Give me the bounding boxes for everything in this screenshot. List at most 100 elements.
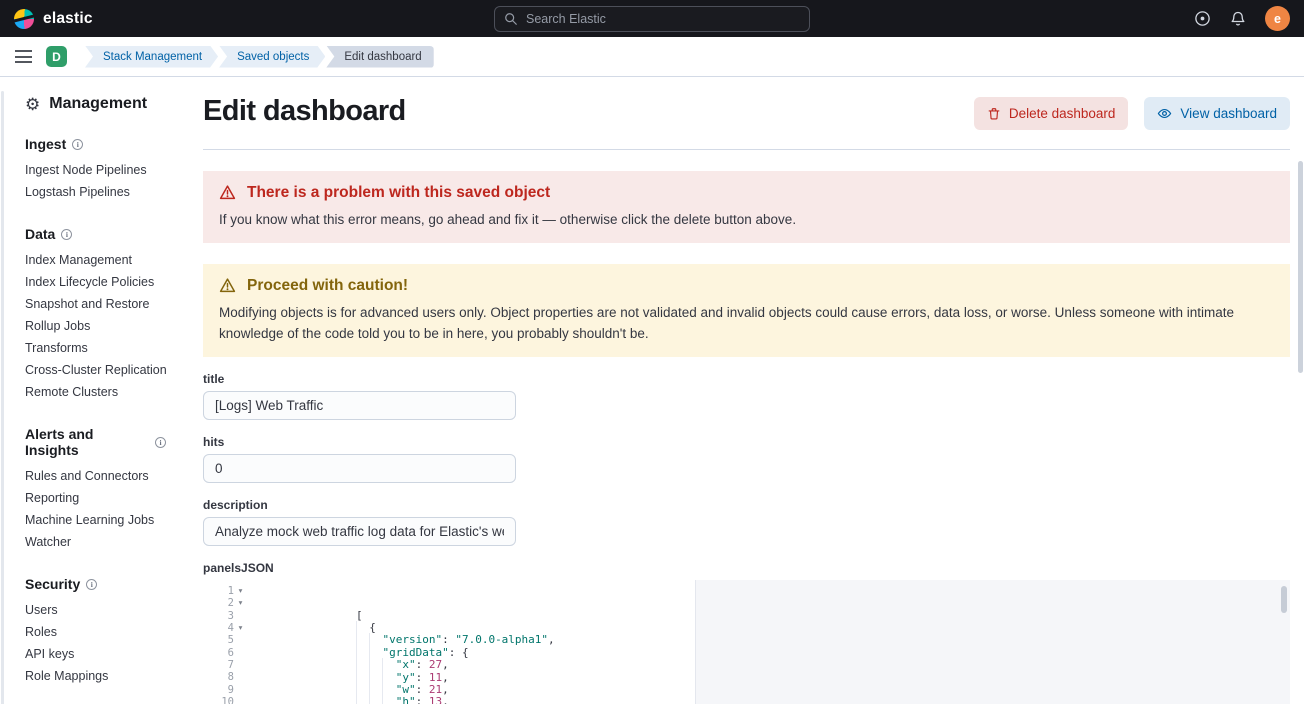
section-header: Alerts and Insights xyxy=(25,426,166,458)
error-callout: There is a problem with this saved objec… xyxy=(203,171,1290,243)
editor-gutter: 8 xyxy=(203,671,247,683)
info-icon xyxy=(155,437,166,448)
section-title: Data xyxy=(25,226,55,242)
section-title: Alerts and Insights xyxy=(25,426,149,458)
search-placeholder: Search Elastic xyxy=(526,12,606,26)
sidebar-section: Data Index Management Index Lifecycle Po… xyxy=(25,226,166,403)
editor-gutter: 10 xyxy=(203,696,247,704)
hamburger-icon xyxy=(15,50,32,63)
breadcrumb-item[interactable]: Stack Management xyxy=(85,46,218,68)
form-fields: title hits description xyxy=(203,372,1290,546)
code-line-row: 10 }, xyxy=(203,696,1290,704)
warning-callout-body: Modifying objects is for advanced users … xyxy=(219,303,1274,344)
section-header: Ingest xyxy=(25,136,166,152)
editor-gutter: 3 xyxy=(203,610,247,622)
editor-gutter: 5 xyxy=(203,634,247,646)
sidebar-item[interactable]: Watcher xyxy=(25,531,166,553)
sidebar-item[interactable]: Users xyxy=(25,599,166,621)
sidebar-item[interactable]: Index Lifecycle Policies xyxy=(25,271,166,293)
management-sidebar: ⚙ Management Ingest Ingest Node Pipelin xyxy=(0,77,172,704)
sidebar-sections: Ingest Ingest Node Pipelines Logstash Pi… xyxy=(25,136,166,687)
navigation-bar: D Stack Management Saved objects Edit da… xyxy=(0,37,1304,77)
code-line: "version": "7.0.0-alpha1", xyxy=(247,610,555,622)
alert-icon xyxy=(219,184,236,201)
sidebar-item[interactable]: Rules and Connectors xyxy=(25,465,166,487)
page-title: Edit dashboard xyxy=(203,95,406,128)
fold-icon[interactable] xyxy=(234,585,247,597)
code-line-row: 5 "x": 27, xyxy=(203,634,1290,646)
alert-icon xyxy=(219,277,236,294)
error-callout-body: If you know what this error means, go ah… xyxy=(219,210,1274,230)
sidebar-header: ⚙ Management xyxy=(25,95,166,113)
code-line: "y": 11, xyxy=(247,647,449,659)
code-line-row: 7 "w": 21, xyxy=(203,659,1290,671)
sidebar-item[interactable]: API keys xyxy=(25,643,166,665)
breadcrumb-item[interactable]: Edit dashboard xyxy=(326,46,433,68)
sidebar-item[interactable]: Cross-Cluster Replication xyxy=(25,359,166,381)
info-icon xyxy=(61,229,72,240)
editor-scrollbar[interactable] xyxy=(1281,586,1287,613)
header-divider xyxy=(203,149,1290,150)
section-title: Security xyxy=(25,576,80,592)
sidebar-item[interactable]: Index Management xyxy=(25,249,166,271)
code-token: : xyxy=(416,695,429,704)
code-token: : { xyxy=(449,646,469,659)
sidebar-item[interactable]: Logstash Pipelines xyxy=(25,181,166,203)
gear-icon: ⚙ xyxy=(25,96,40,113)
line-number: 8 xyxy=(228,671,234,683)
code-token: "h" xyxy=(396,695,416,704)
sidebar-item[interactable]: Rollup Jobs xyxy=(25,315,166,337)
menu-button[interactable] xyxy=(9,43,37,71)
saved-object-editor-page: Edit dashboard Delete dashboard xyxy=(172,77,1304,704)
field-input[interactable] xyxy=(203,391,516,420)
line-number: 7 xyxy=(228,659,234,671)
editor-lines: 1 [ 2 xyxy=(203,580,1290,704)
code-token: "7.0.0-alpha1" xyxy=(455,633,548,646)
code-line-row: 9 "i": "2" xyxy=(203,684,1290,696)
code-line: "h": 13, xyxy=(247,671,449,683)
sidebar-item[interactable]: Snapshot and Restore xyxy=(25,293,166,315)
error-callout-title: There is a problem with this saved objec… xyxy=(247,183,550,202)
space-avatar[interactable]: D xyxy=(46,46,67,67)
json-code-editor[interactable]: 1 [ 2 xyxy=(203,580,1290,704)
delete-dashboard-button[interactable]: Delete dashboard xyxy=(974,97,1129,130)
content-area: ⚙ Management Ingest Ingest Node Pipelin xyxy=(0,77,1304,704)
code-line-row: 1 [ xyxy=(203,585,1290,597)
editor-gutter: 4 xyxy=(203,622,247,634)
section-items: Rules and Connectors Reporting Machine L… xyxy=(25,465,166,553)
sidebar-item[interactable]: Transforms xyxy=(25,337,166,359)
search-icon xyxy=(504,12,518,26)
breadcrumb-item[interactable]: Saved objects xyxy=(219,46,325,68)
field-label: panelsJSON xyxy=(203,561,1290,575)
section-title: Ingest xyxy=(25,136,66,152)
sidebar-item[interactable]: Machine Learning Jobs xyxy=(25,509,166,531)
field-input[interactable] xyxy=(203,454,516,483)
brand-name: elastic xyxy=(43,10,93,28)
sidebar-item[interactable]: Roles xyxy=(25,621,166,643)
code-line: "w": 21, xyxy=(247,659,449,671)
home-link[interactable]: elastic xyxy=(14,9,93,29)
form-field: hits xyxy=(203,435,1290,483)
sidebar-item[interactable]: Role Mappings xyxy=(25,665,166,687)
field-label: title xyxy=(203,372,1290,386)
page-scrollbar[interactable] xyxy=(1298,161,1303,373)
field-input[interactable] xyxy=(203,517,516,546)
line-number: 5 xyxy=(228,634,234,646)
fold-icon[interactable] xyxy=(234,597,247,609)
view-dashboard-button[interactable]: View dashboard xyxy=(1144,97,1290,130)
notifications-icon[interactable] xyxy=(1230,11,1246,27)
sidebar-item[interactable]: Remote Clusters xyxy=(25,381,166,403)
editor-gutter: 9 xyxy=(203,684,247,696)
editor-gutter: 1 xyxy=(203,585,247,597)
code-line: { xyxy=(247,597,376,609)
fold-icon[interactable] xyxy=(234,622,247,634)
code-token: 13 xyxy=(429,695,442,704)
sidebar-item[interactable]: Ingest Node Pipelines xyxy=(25,159,166,181)
user-avatar[interactable]: e xyxy=(1265,6,1290,31)
global-search-input[interactable]: Search Elastic xyxy=(494,6,810,32)
sidebar-scrollbar[interactable] xyxy=(1,91,4,704)
code-line-row: 4 "gridData": { xyxy=(203,622,1290,634)
sidebar-item[interactable]: Reporting xyxy=(25,487,166,509)
deployment-icon[interactable] xyxy=(1194,10,1211,27)
code-token: , xyxy=(442,695,449,704)
